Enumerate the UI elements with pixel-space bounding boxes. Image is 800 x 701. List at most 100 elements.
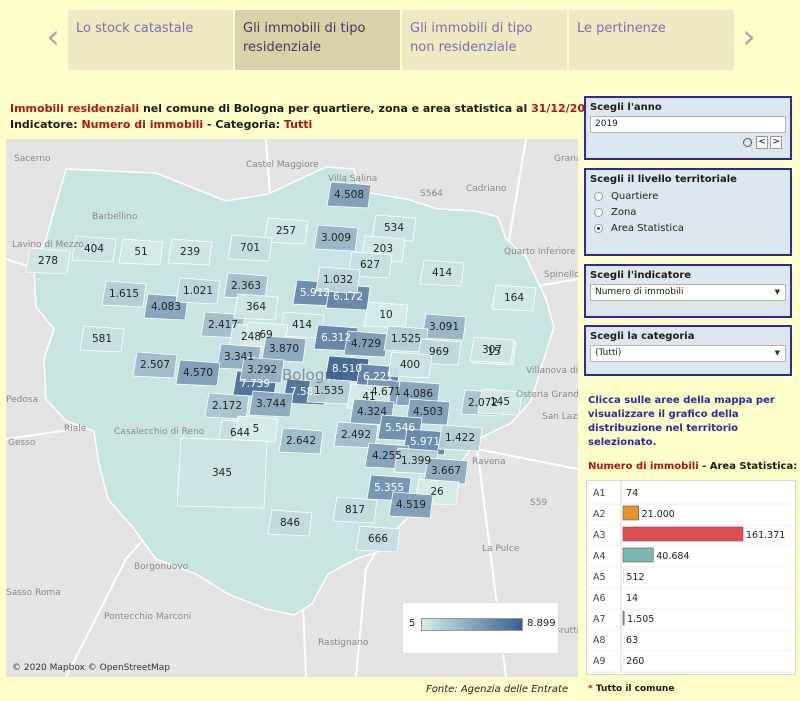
legend-min: 5 (409, 618, 416, 629)
year-input[interactable]: 2019 (590, 116, 786, 133)
map-area-label: 3.744 (256, 398, 286, 410)
footnote-text: Tutto il comune (592, 684, 675, 694)
tab-immobili-residenziali[interactable]: Gli immobili di tipo residenziale (235, 10, 400, 70)
map-area-label: 239 (180, 246, 200, 258)
bar-mark[interactable] (622, 610, 625, 626)
bar-chart-canvas[interactable]: A1 74 A2 21.000 A3 161.371 A4 40.684 A5 512 A6 14 A7… (587, 481, 795, 674)
bar-category-label: A5 (593, 572, 606, 583)
radio-zona[interactable]: Zona (594, 204, 786, 220)
map-area-label: 4.086 (403, 388, 433, 400)
map-area-label: 2.507 (140, 359, 170, 371)
bar-category-label: A9 (593, 656, 606, 667)
dropdown-caret-icon[interactable]: ▼ (775, 346, 780, 361)
radio-quartiere[interactable]: Quartiere (594, 188, 786, 204)
indicator-panel: Scegli l'indicatore Numero di immobili ▼ (584, 264, 792, 318)
map-area-label: 5.355 (374, 482, 404, 494)
indicator-select[interactable]: Numero di immobili ▼ (590, 284, 786, 301)
map-legend: 5 8.899 (402, 602, 559, 654)
bar-value-label: 161.371 (746, 530, 785, 541)
map-area-label: 248 (241, 331, 261, 343)
map-area-label: 278 (38, 255, 58, 267)
bar-value-label: 40.684 (656, 551, 689, 562)
bar-value-label: 21.000 (642, 509, 675, 520)
map-place-name: S564 (420, 189, 443, 199)
map-area-label: 3.292 (247, 364, 277, 376)
dropdown-caret-icon[interactable]: ▼ (775, 285, 780, 300)
map-area-label: 345 (212, 467, 232, 479)
map-area-label: 203 (373, 243, 393, 255)
year-panel-title: Scegli l'anno (590, 102, 662, 113)
map-canvas[interactable]: 278404 51 2392577014.5083.0095342036274141… (6, 139, 578, 677)
map-area-label: 4.570 (183, 367, 213, 379)
map-area-label: 2.363 (231, 280, 261, 292)
city-label: Bologna (282, 366, 343, 384)
nav-next-arrow-icon[interactable]: › (738, 20, 760, 56)
bar-chart-footnote: * Tutto il comune (588, 684, 674, 694)
map-area-label: 4.519 (396, 499, 426, 511)
map-place-name: Lavino di Mezzo (12, 240, 84, 250)
map-place-name: La Pulce (482, 544, 520, 554)
level-panel-title: Scegli il livello territoriale (590, 174, 737, 185)
subtitle-indicator: Numero di immobili (81, 118, 204, 131)
map-place-name: Pedosa (6, 395, 38, 405)
radio-dot-icon[interactable] (594, 207, 603, 217)
map-area-label: 145 (490, 396, 510, 408)
map-area-label: 4.083 (151, 301, 181, 313)
map-place-name: Casalecchio di Reno (114, 427, 205, 437)
map-area-label: 2.172 (212, 400, 242, 412)
year-prev-button[interactable]: < (756, 136, 768, 149)
title-middle: nel comune di Bologna per quartiere, zon… (139, 102, 532, 115)
map-place-name: Rastignano (318, 638, 369, 648)
radio-dot-icon[interactable] (594, 191, 603, 201)
map-area-label: 1.021 (183, 285, 213, 297)
map-place-name: Castel Maggiore (246, 160, 319, 170)
map-area-label: 4.324 (357, 406, 387, 418)
bar-mark[interactable] (622, 526, 744, 542)
map-area-label: 6.172 (333, 291, 363, 303)
tab-immobili-non-residenziali[interactable]: Gli immobili di tipo non residenziale (402, 10, 567, 70)
map-place-name: San Lazzaro (542, 412, 578, 422)
map-hint: Clicca sulle aree della mappa per visual… (588, 395, 775, 448)
title-highlight: Immobili residenziali (10, 102, 140, 115)
bar-chart[interactable]: A1 74 A2 21.000 A3 161.371 A4 40.684 A5 512 A6 14 A7… (586, 480, 796, 675)
year-next-button[interactable]: > (770, 136, 782, 149)
category-value: (Tutti) (595, 348, 622, 358)
map-attribution[interactable]: © 2020 Mapbox © OpenStreetMap (12, 663, 170, 673)
category-select[interactable]: (Tutti) ▼ (590, 345, 786, 362)
bar-value-label: 260 (626, 656, 644, 667)
bar-value-label: 14 (626, 593, 638, 604)
map-place-name: Borgonuovo (134, 562, 189, 572)
subtitle-middle: - Categoria: (203, 118, 284, 131)
map-place-name: Villa Salina (328, 174, 377, 184)
page-subtitle: Indicatore: Numero di immobili - Categor… (10, 118, 312, 131)
subtitle-label: Indicatore: (10, 118, 82, 131)
map-area-label: 5.546 (385, 422, 415, 434)
map-area-label: 3.091 (429, 321, 459, 333)
map-area-label: 1.525 (391, 333, 421, 345)
year-play-icon[interactable] (743, 138, 752, 147)
radio-dot-selected-icon[interactable] (594, 223, 603, 233)
map-area-label: 4.255 (372, 450, 402, 462)
map-area-label: 404 (84, 243, 104, 255)
tab-pertinenze[interactable]: Le pertinenze (569, 10, 734, 70)
map-area-label: 666 (368, 533, 388, 545)
radio-area-statistica[interactable]: Area Statistica (594, 220, 786, 236)
bar-category-label: A1 (593, 488, 606, 499)
choropleth-map[interactable]: 278 404 51 239 257 701 4.508 3.009 534 203 627 414 1… (6, 139, 578, 677)
map-place-name: Sacerno (14, 154, 51, 164)
tab-stock-catastale[interactable]: Lo stock catastale (68, 10, 233, 70)
map-area-label: 2.642 (286, 435, 316, 447)
radio-label: Zona (611, 206, 637, 218)
map-area-label: 69 (259, 329, 272, 341)
map-place-name: Barbellino (92, 212, 138, 222)
bar-value-label: 1.505 (627, 614, 654, 625)
bar-mark[interactable] (622, 505, 639, 521)
map-area-label: 1.032 (323, 274, 353, 286)
map-area-label: 1.399 (401, 455, 431, 467)
map-area-label: 534 (384, 222, 404, 234)
bar-category-label: A3 (593, 530, 606, 541)
year-panel: Scegli l'anno 2019 < > (584, 96, 792, 160)
map-place-name: Quarto Inferiore (504, 247, 576, 257)
bar-mark[interactable] (622, 547, 654, 563)
nav-prev-arrow-icon[interactable]: ‹ (42, 20, 64, 56)
